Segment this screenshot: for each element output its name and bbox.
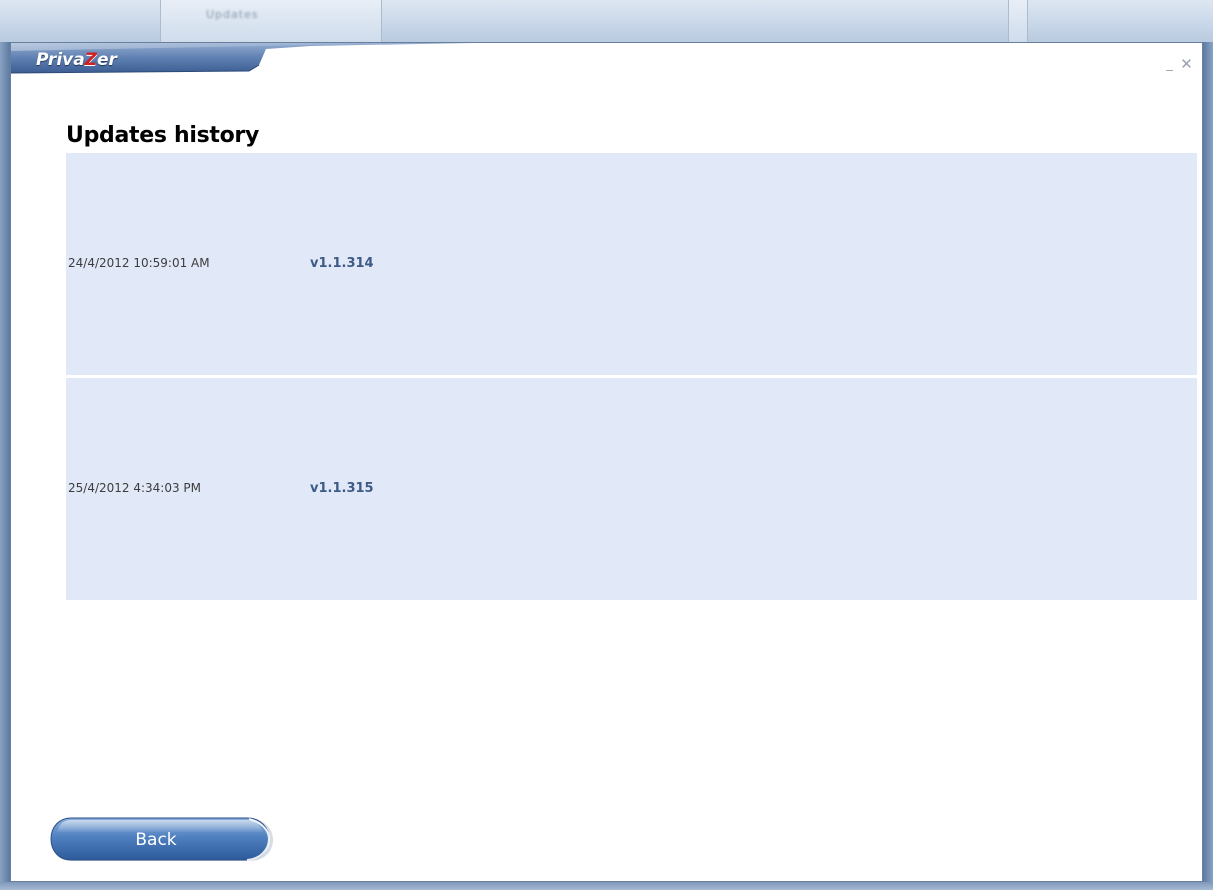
- background-tab: [160, 0, 382, 42]
- background-tab-label: Updates: [206, 8, 259, 21]
- back-button-label: Back: [135, 830, 177, 850]
- window-frame-left: [0, 42, 10, 890]
- close-button[interactable]: ✕: [1179, 54, 1194, 73]
- background-tab: [1008, 0, 1028, 42]
- logo-z-letter: Z: [84, 50, 98, 70]
- back-button[interactable]: Back: [49, 815, 275, 865]
- close-icon: ✕: [1180, 54, 1193, 73]
- updates-history-list: 24/4/2012 10:59:01 AM v1.1.314 25/4/2012…: [66, 153, 1197, 603]
- window-frame-right: [1203, 42, 1213, 890]
- privazer-window: PrivaZer _ ✕ Updates history 24/4/2012 1…: [10, 42, 1203, 882]
- update-date: 24/4/2012 10:59:01 AM: [68, 256, 210, 270]
- logo-text-part: Priva: [36, 50, 85, 70]
- app-logo-banner: PrivaZer: [11, 43, 481, 83]
- minimize-button[interactable]: _: [1162, 55, 1177, 73]
- update-date: 25/4/2012 4:34:03 PM: [68, 481, 202, 495]
- minimize-icon: _: [1166, 57, 1173, 72]
- history-row: 24/4/2012 10:59:01 AM v1.1.314: [66, 153, 1197, 375]
- app-logo: PrivaZer: [36, 50, 117, 70]
- window-controls: _ ✕: [1162, 55, 1194, 73]
- update-version: v1.1.314: [310, 256, 374, 271]
- background-window-strip: Updates: [0, 0, 1213, 42]
- history-row: 25/4/2012 4:34:03 PM v1.1.315: [66, 378, 1197, 600]
- page-title: Updates history: [66, 123, 260, 148]
- logo-text-part: er: [97, 50, 117, 70]
- update-version: v1.1.315: [310, 481, 374, 496]
- window-frame-bottom: [0, 882, 1213, 890]
